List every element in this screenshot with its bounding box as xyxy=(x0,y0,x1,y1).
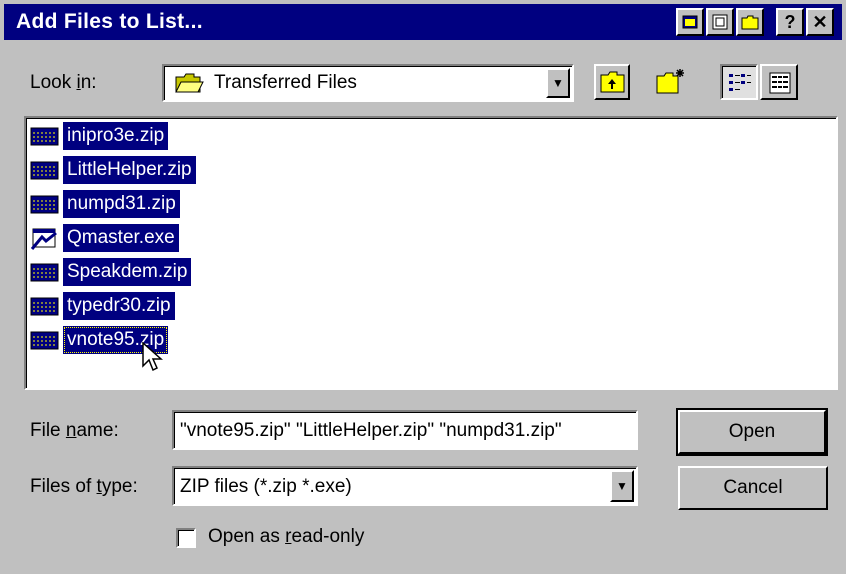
mouse-cursor-icon xyxy=(142,342,163,372)
file-list[interactable]: inipro3e.zip LittleHelper.zip numpd31.zi… xyxy=(24,116,838,390)
file-name-field[interactable]: "vnote95.zip" "LittleHelper.zip" "numpd3… xyxy=(172,410,638,450)
new-folder-button[interactable] xyxy=(652,64,688,100)
zip-icon xyxy=(30,329,60,351)
look-in-combo[interactable]: Transferred Files ▼ xyxy=(162,64,574,102)
list-view-button[interactable] xyxy=(720,64,758,100)
zip-icon xyxy=(30,261,60,283)
list-view-icon xyxy=(729,74,751,91)
open-button[interactable]: Open xyxy=(676,408,828,456)
file-type-label: Files of type: xyxy=(30,476,138,497)
list-item[interactable]: numpd31.zip xyxy=(30,190,180,218)
up-folder-icon xyxy=(600,71,625,93)
zip-icon xyxy=(30,125,60,147)
list-item[interactable]: Speakdem.zip xyxy=(30,258,192,286)
chevron-down-icon[interactable]: ▼ xyxy=(610,470,634,502)
window-icon[interactable] xyxy=(676,8,704,36)
details-view-button[interactable] xyxy=(760,64,798,100)
zip-icon xyxy=(30,193,60,215)
restore-icon[interactable] xyxy=(706,8,734,36)
file-name-label: File name: xyxy=(30,420,119,441)
new-folder-icon xyxy=(656,69,684,94)
open-folder-icon xyxy=(174,72,204,94)
help-button[interactable]: ? xyxy=(776,8,804,36)
window-title: Add Files to List... xyxy=(16,10,203,33)
title-bar[interactable]: Add Files to List... ? ✕ xyxy=(4,4,842,40)
close-button[interactable]: ✕ xyxy=(806,8,834,36)
details-view-icon xyxy=(769,72,791,94)
zip-icon xyxy=(30,295,60,317)
folder-icon[interactable] xyxy=(736,8,764,36)
close-icon: ✕ xyxy=(812,11,828,32)
read-only-checkbox[interactable] xyxy=(176,528,196,548)
list-item[interactable]: typedr30.zip xyxy=(30,292,175,320)
read-only-label: Open as read-only xyxy=(208,526,365,547)
zip-icon xyxy=(30,159,60,181)
list-item[interactable]: Qmaster.exe xyxy=(30,224,179,252)
exe-icon xyxy=(30,227,60,250)
list-item[interactable]: inipro3e.zip xyxy=(30,122,169,150)
look-in-value: Transferred Files xyxy=(214,72,357,93)
up-one-level-button[interactable] xyxy=(594,64,630,100)
look-in-label: Look in: xyxy=(30,72,97,93)
cancel-button-label: Cancel xyxy=(723,477,783,498)
cancel-button[interactable]: Cancel xyxy=(678,466,828,510)
open-button-label: Open xyxy=(728,421,776,442)
chevron-down-icon[interactable]: ▼ xyxy=(546,68,570,98)
list-item[interactable]: LittleHelper.zip xyxy=(30,156,196,184)
file-type-select[interactable]: ZIP files (*.zip *.exe) ▼ xyxy=(172,466,638,506)
